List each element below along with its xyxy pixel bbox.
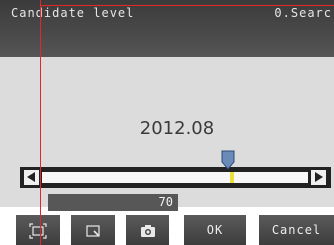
decrease-button[interactable] xyxy=(24,170,39,185)
value-readout-text: 70 xyxy=(158,195,173,209)
slider-threshold-mark xyxy=(230,172,235,183)
candidate-value-display: 2012.08 xyxy=(0,118,334,139)
zoom-window-icon xyxy=(86,224,100,237)
bottom-toolbar: OK Cancel xyxy=(0,213,334,245)
left-arrow-icon xyxy=(27,172,35,182)
zoom-window-button[interactable] xyxy=(71,215,115,245)
right-arrow-icon xyxy=(315,172,323,182)
title-bar: Candidate level 0.Searc xyxy=(0,0,334,57)
camera-icon xyxy=(140,224,155,237)
ok-button[interactable]: OK xyxy=(184,215,246,245)
cancel-button[interactable]: Cancel xyxy=(259,215,334,245)
page-title: Candidate level xyxy=(11,6,135,20)
increase-button[interactable] xyxy=(311,170,326,185)
value-readout[interactable]: 70 xyxy=(48,194,178,211)
slider-marker-icon[interactable] xyxy=(221,150,235,170)
search-mode-label: 0.Searc xyxy=(274,6,332,20)
slider-track[interactable] xyxy=(42,172,308,183)
candidate-level-screen: Candidate level 0.Searc 2012.08 70 OK Ca… xyxy=(0,0,334,245)
fit-frame-icon xyxy=(29,222,47,239)
camera-button[interactable] xyxy=(126,215,169,245)
horizontal-guide-line xyxy=(40,5,334,6)
candidate-value-text: 2012.08 xyxy=(139,118,215,139)
fit-frame-button[interactable] xyxy=(16,215,60,245)
vertical-guide-line xyxy=(40,0,41,245)
